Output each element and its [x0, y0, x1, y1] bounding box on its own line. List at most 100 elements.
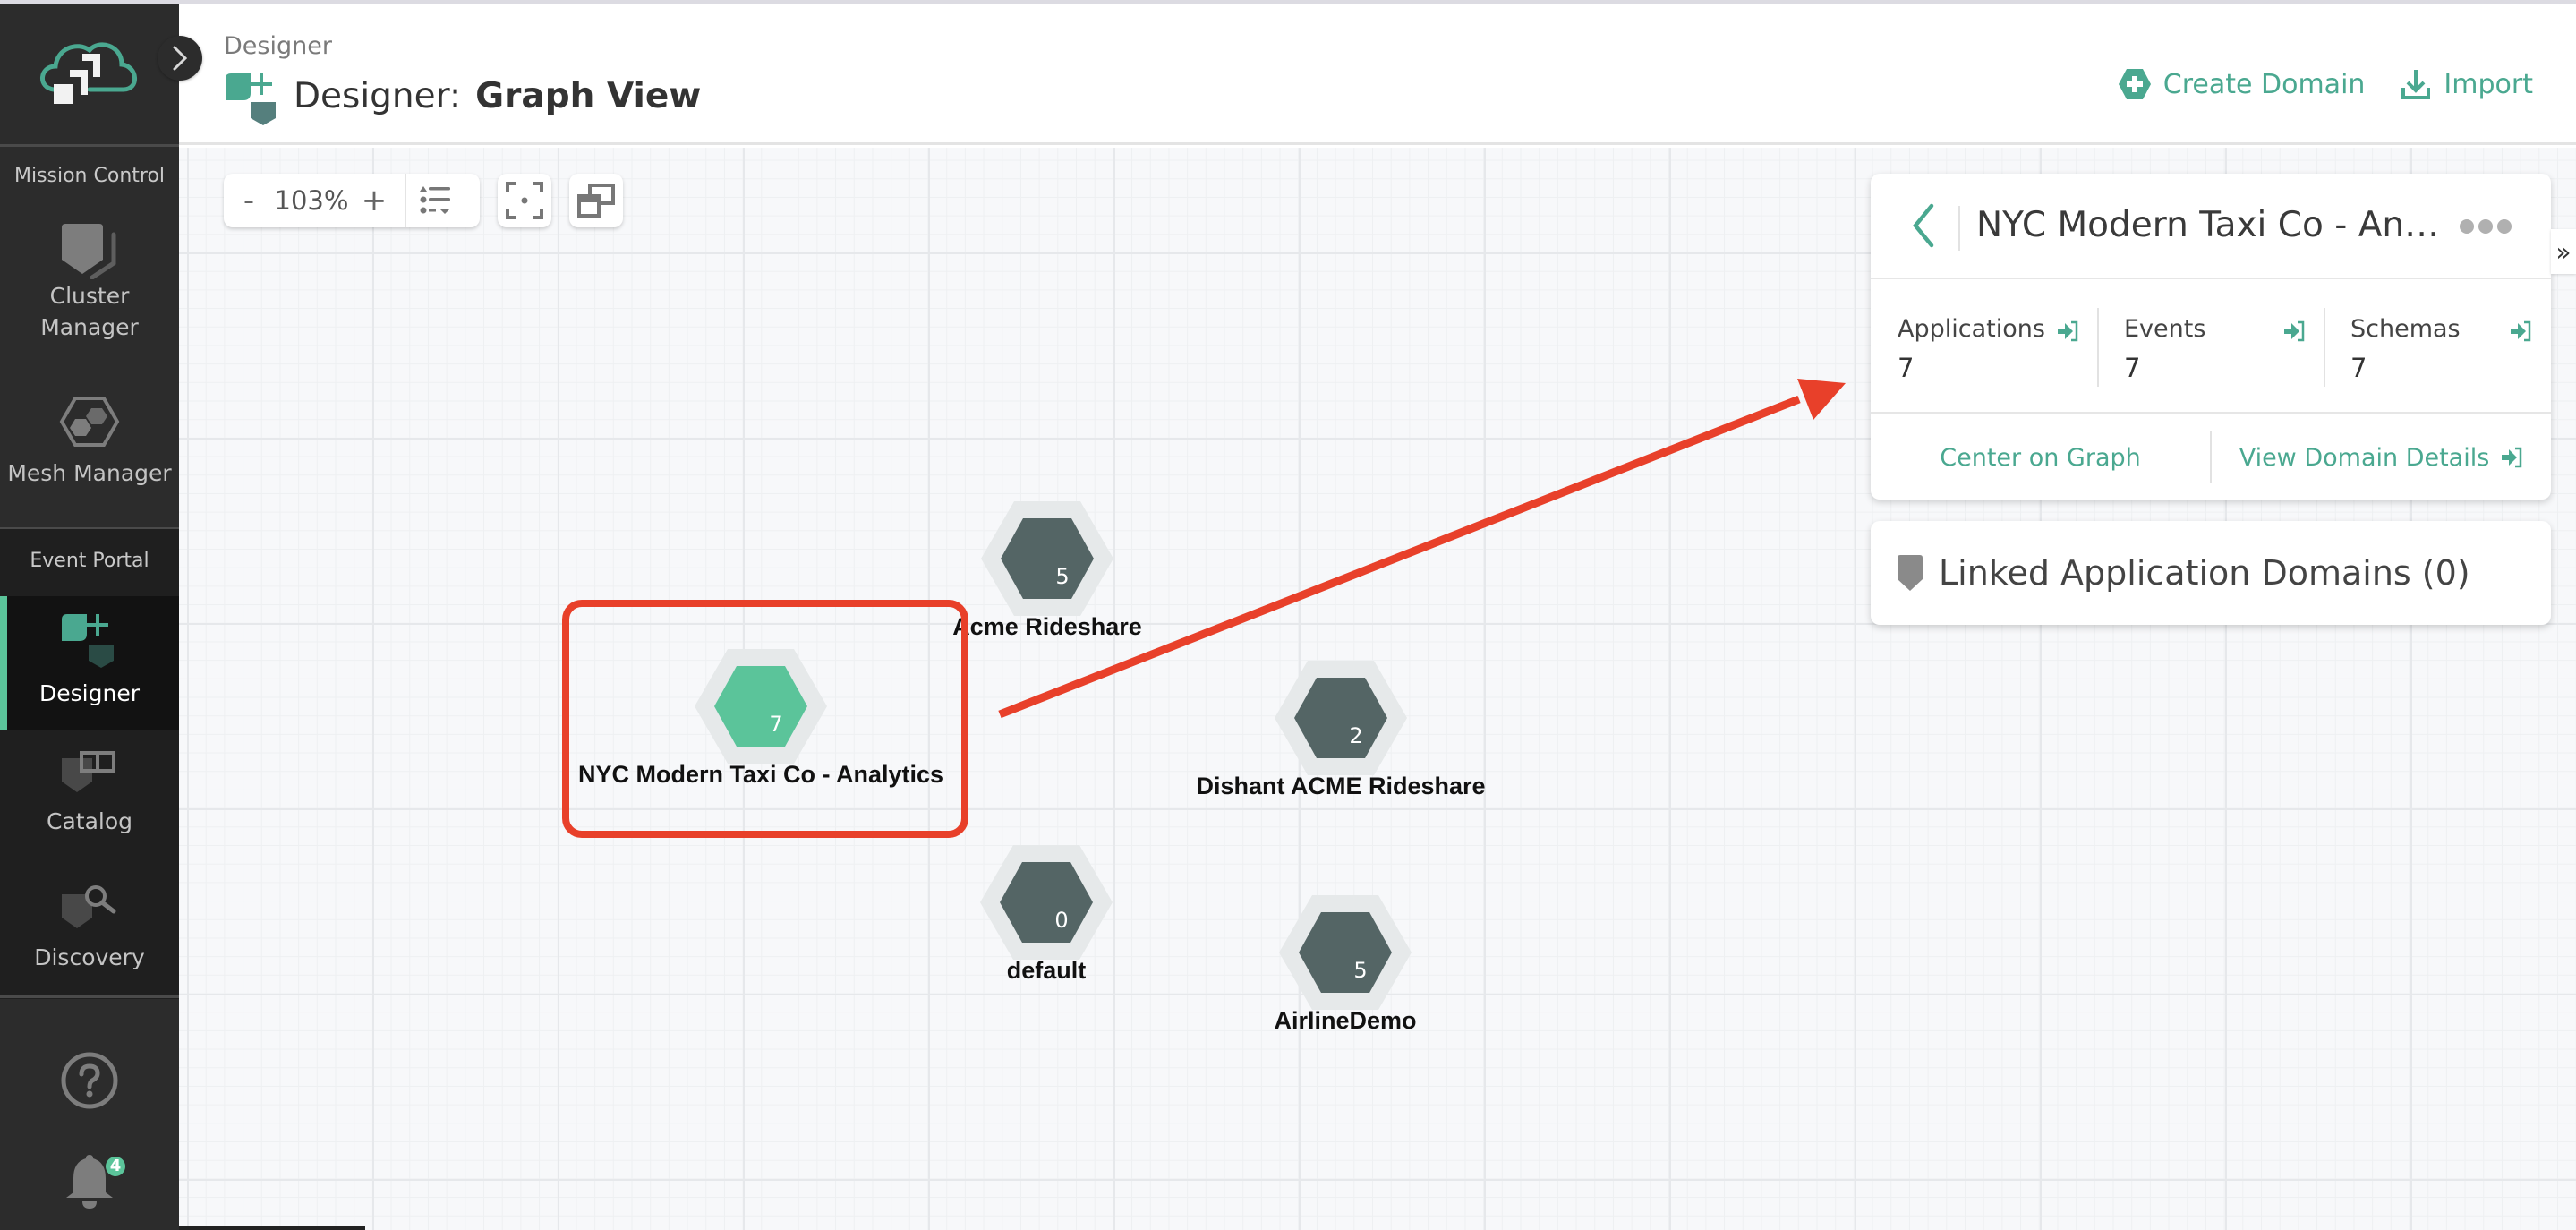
sidebar-item-label: Mesh Manager [7, 460, 172, 486]
open-schemas-link[interactable] [2509, 320, 2532, 346]
enter-icon [2511, 320, 2531, 342]
more-dot-icon [2497, 219, 2512, 234]
sidebar-item-label: Catalog [46, 808, 132, 834]
open-applications-link[interactable] [2056, 320, 2079, 346]
minimap-icon [577, 184, 615, 218]
graph-node[interactable]: 2 Dishant ACME Rideshare [1162, 660, 1520, 800]
create-domain-icon [2118, 69, 2151, 99]
zoom-out-button[interactable]: - [224, 183, 274, 218]
center-on-graph-button[interactable]: Center on Graph [1871, 444, 2210, 472]
node-label: NYC Modern Taxi Co - Analytics [577, 761, 944, 788]
cluster-manager-icon [62, 224, 116, 279]
node-count: 5 [1353, 958, 1367, 983]
stat-label: Applications [1898, 315, 2045, 343]
center-on-graph-label: Center on Graph [1940, 443, 2141, 472]
mesh-manager-icon [59, 397, 120, 447]
sidebar-item-label: Discovery [34, 944, 145, 970]
page-title-prefix: Designer: [294, 75, 462, 116]
fit-to-screen-button[interactable] [498, 174, 551, 227]
zoom-level: 103% [274, 185, 349, 216]
sidebar-item-label: Cluster [49, 283, 130, 309]
import-icon [2401, 70, 2431, 99]
scrollbar-fragment [179, 1226, 365, 1230]
application-domain-hexagon-icon: 5 [1279, 895, 1412, 1010]
stat-value: 7 [2350, 353, 2367, 383]
node-label: default [1006, 957, 1087, 984]
sort-list-button[interactable] [406, 186, 465, 215]
domain-details-panel: NYC Modern Taxi Co - Anal... Application… [1871, 174, 2551, 500]
designer-icon [62, 614, 114, 668]
window-top-border [0, 0, 2576, 4]
application-domain-hexagon-icon: 5 [981, 501, 1113, 616]
create-domain-label: Create Domain [2162, 68, 2366, 100]
section-label-event-portal: Event Portal [30, 550, 149, 572]
node-label: Dishant ACME Rideshare [1196, 773, 1486, 799]
graph-node[interactable]: 7 NYC Modern Taxi Co - Analytics [578, 648, 943, 789]
more-options-button[interactable] [2460, 219, 2512, 234]
sidebar-item-catalog[interactable]: Catalog [0, 751, 179, 838]
back-button[interactable] [1906, 201, 1942, 251]
sidebar-divider [0, 995, 179, 998]
panel-title: NYC Modern Taxi Co - Anal... [1976, 205, 2442, 245]
chevron-right-icon [173, 46, 188, 71]
minimap-button[interactable] [569, 174, 623, 227]
chevron-left-icon [1913, 203, 1934, 248]
node-count: 7 [769, 712, 782, 737]
sidebar-item-cluster-manager[interactable]: Cluster Manager [0, 224, 179, 344]
panel-actions: Center on Graph View Domain Details [1871, 415, 2551, 500]
page-title: Designer: Graph View [224, 64, 701, 127]
catalog-icon [62, 751, 115, 792]
notifications-button[interactable] [0, 1153, 179, 1209]
stat-value: 7 [2124, 353, 2141, 383]
application-domain-hexagon-icon: 2 [1275, 661, 1407, 775]
application-domain-hexagon-icon: 0 [980, 845, 1113, 960]
enter-icon [2502, 447, 2522, 468]
view-domain-details-label: View Domain Details [2239, 443, 2490, 472]
linked-domains-panel[interactable]: Linked Application Domains (0) [1871, 521, 2551, 625]
domain-stats: Applications 7 Events 7 Schemas 7 [1871, 281, 2551, 414]
stat-applications: Applications 7 [1871, 281, 2097, 414]
page-header: Designer Designer: Graph View Create Dom… [179, 4, 2576, 145]
stat-schemas: Schemas 7 [2324, 281, 2550, 414]
sidebar-item-designer[interactable]: Designer [0, 596, 179, 730]
header-divider [1958, 206, 1960, 251]
sidebar-item-label: Manager [40, 314, 139, 340]
collapse-panel-button[interactable]: » [2551, 229, 2576, 274]
application-domain-hexagon-icon: 7 [695, 649, 827, 764]
sidebar-item-mesh-manager[interactable]: Mesh Manager [0, 396, 179, 490]
sidebar-item-discovery[interactable]: Discovery [0, 884, 179, 974]
notification-badge: 4 [106, 1157, 125, 1176]
page-title-view: Graph View [475, 75, 702, 116]
stat-value: 7 [1898, 353, 1915, 383]
open-events-link[interactable] [2282, 320, 2306, 346]
logo[interactable] [0, 4, 179, 144]
expand-sidebar-button[interactable] [158, 36, 202, 81]
stat-label: Events [2124, 315, 2206, 343]
enter-icon [2058, 320, 2078, 342]
header-actions: Create Domain Import [2118, 68, 2533, 100]
panel-header: NYC Modern Taxi Co - Anal... [1871, 174, 2551, 279]
sidebar-item-label: Designer [39, 680, 140, 706]
enter-icon [2284, 320, 2305, 342]
more-dot-icon [2478, 219, 2493, 234]
graph-node[interactable]: 5 AirlineDemo [1166, 894, 1524, 1035]
sidebar-divider [0, 144, 179, 147]
help-button[interactable] [0, 1051, 179, 1110]
graph-node[interactable]: 5 Acme Rideshare [868, 500, 1226, 641]
designer-icon [226, 73, 276, 125]
node-count: 0 [1054, 908, 1068, 933]
help-icon [61, 1052, 118, 1109]
create-domain-button[interactable]: Create Domain [2118, 68, 2366, 100]
section-label-mission-control: Mission Control [13, 165, 166, 187]
zoom-in-button[interactable]: + [349, 183, 399, 218]
import-label: Import [2444, 68, 2533, 100]
view-domain-details-button[interactable]: View Domain Details [2212, 444, 2551, 472]
solace-cloud-logo-icon [40, 41, 137, 104]
stat-events: Events 7 [2097, 281, 2324, 414]
linked-domains-label: Linked Application Domains (0) [1939, 553, 2470, 593]
node-count: 2 [1349, 723, 1362, 748]
sidebar: Mission Control Cluster Manager Mesh Man… [0, 4, 179, 1230]
breadcrumb[interactable]: Designer [224, 32, 332, 60]
import-button[interactable]: Import [2401, 68, 2533, 100]
stat-label: Schemas [2350, 315, 2461, 343]
